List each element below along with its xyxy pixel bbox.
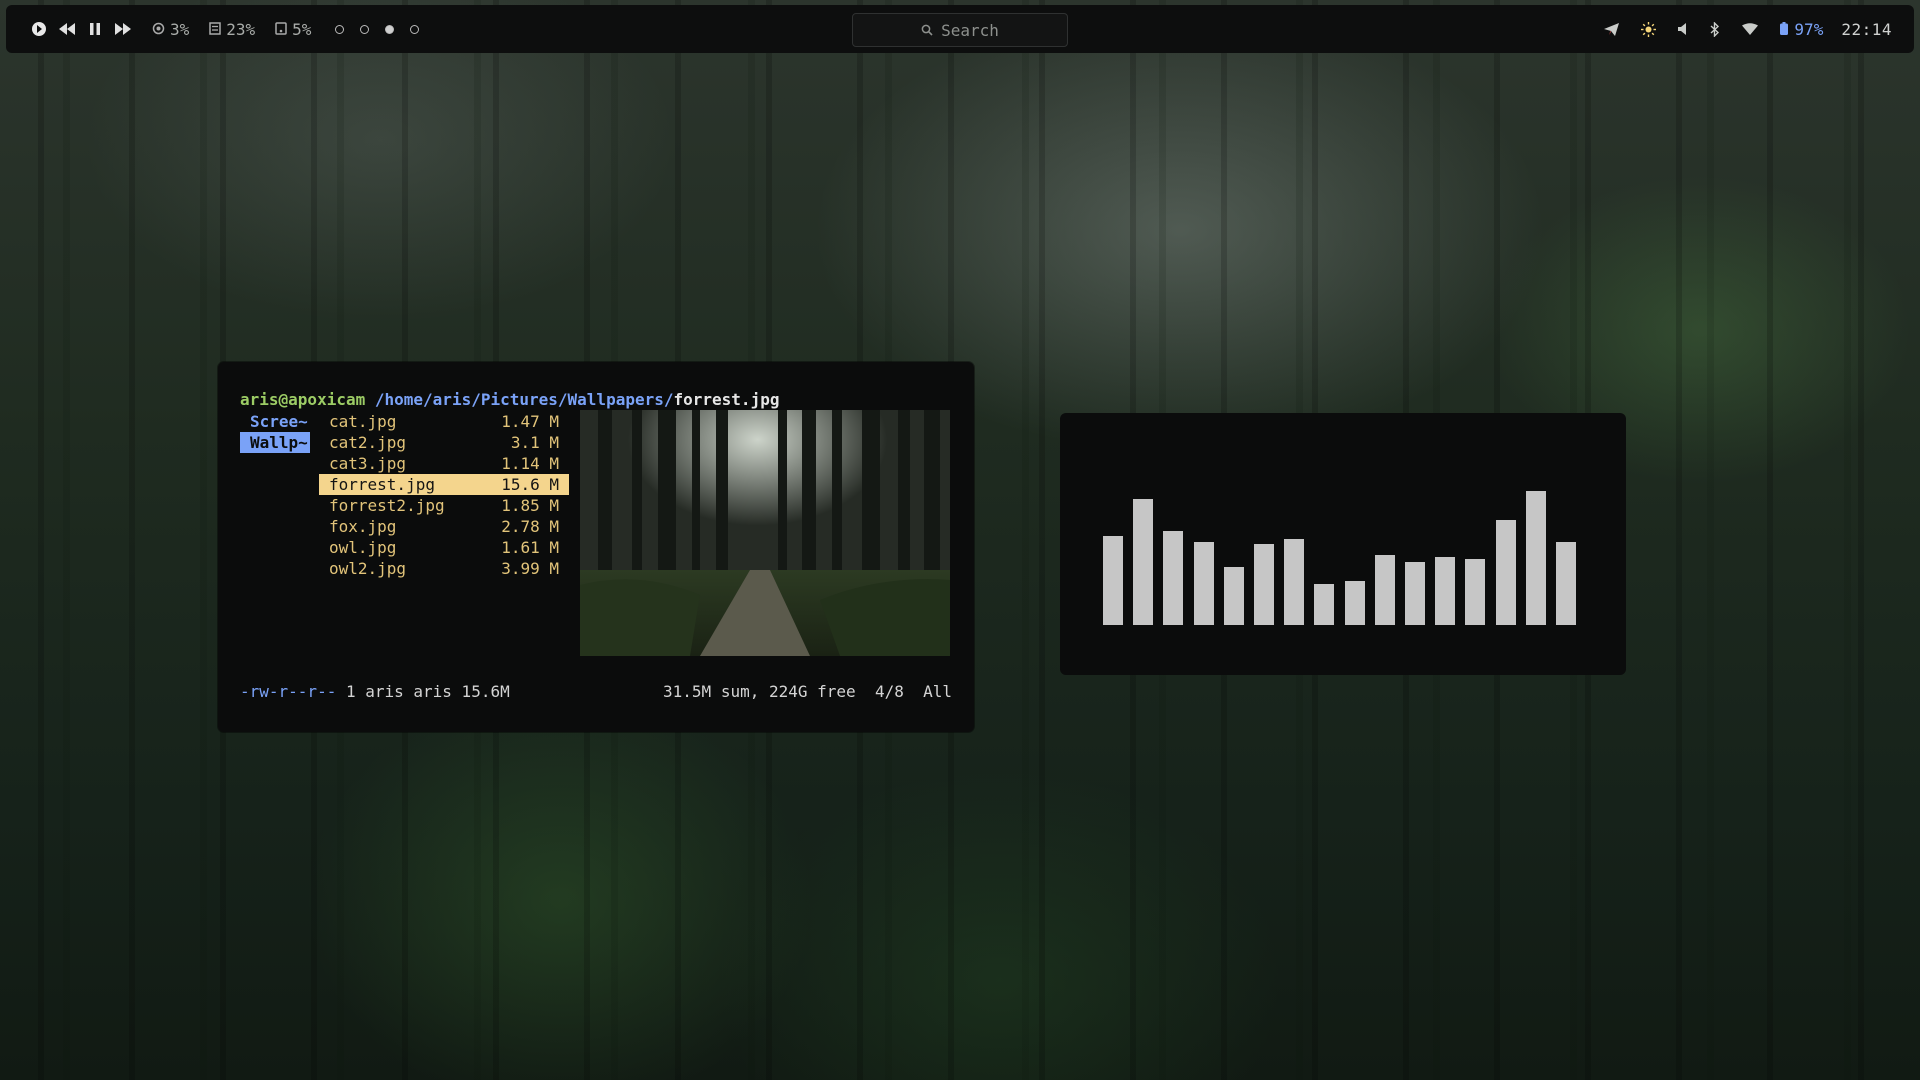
- visualizer-bar: [1284, 539, 1305, 625]
- file-owner-size: 1 aris aris 15.6M: [336, 682, 510, 701]
- visualizer-bar: [1525, 491, 1546, 625]
- file-item[interactable]: forrest2.jpg 1.85 M: [319, 495, 569, 516]
- telegram-icon[interactable]: [1604, 22, 1620, 36]
- image-preview: [580, 410, 950, 656]
- disk-icon: [275, 20, 287, 39]
- search-icon: [921, 21, 933, 40]
- file-name: forrest2.jpg: [329, 496, 445, 515]
- audio-visualizer: [1060, 413, 1626, 675]
- prompt-file: forrest.jpg: [673, 390, 780, 409]
- status-bar: -rw-r--r-- 1 aris aris 15.6M 31.5M sum, …: [240, 682, 952, 701]
- workspace-4[interactable]: [410, 24, 420, 34]
- clock[interactable]: 22:14: [1841, 20, 1892, 39]
- visualizer-bar: [1344, 581, 1365, 625]
- brightness-icon[interactable]: [1641, 21, 1657, 37]
- file-item[interactable]: fox.jpg 2.78 M: [319, 516, 569, 537]
- file-name: owl.jpg: [329, 538, 397, 557]
- wifi-icon[interactable]: [1742, 23, 1759, 35]
- visualizer-bars: [1103, 463, 1576, 625]
- memory-indicator: 23%: [209, 20, 255, 39]
- file-item[interactable]: cat2.jpg 3.1 M: [319, 432, 569, 453]
- visualizer-bar: [1133, 499, 1154, 625]
- workspace-1[interactable]: [335, 24, 345, 34]
- battery-value: 97%: [1794, 19, 1824, 39]
- file-name: cat3.jpg: [329, 454, 407, 473]
- pause-icon[interactable]: [84, 18, 106, 40]
- next-track-icon[interactable]: [112, 18, 134, 40]
- file-size: 1.47 M: [501, 412, 559, 431]
- visualizer-bar: [1556, 542, 1576, 625]
- file-name: cat.jpg: [329, 412, 397, 431]
- workspace-2[interactable]: [360, 24, 370, 34]
- prompt-user: aris@apoxicam: [240, 390, 366, 409]
- visualizer-bar: [1495, 520, 1516, 625]
- terminal-window[interactable]: aris@apoxicam /home/aris/Pictures/Wallpa…: [218, 362, 974, 732]
- file-name: cat2.jpg: [329, 433, 407, 452]
- search-input[interactable]: Search: [852, 13, 1068, 47]
- cpu-value: 3%: [170, 19, 190, 39]
- visualizer-bar: [1374, 555, 1395, 625]
- file-size: 1.14 M: [501, 454, 559, 473]
- parent-directory-column: Scree~ Wallp~: [240, 411, 312, 453]
- file-info: -rw-r--r-- 1 aris aris 15.6M: [240, 682, 510, 701]
- visualizer-bar: [1435, 557, 1456, 625]
- visualizer-bar: [1405, 562, 1425, 625]
- terminal-header: aris@apoxicam /home/aris/Pictures/Wallpa…: [240, 390, 779, 409]
- launcher-icon[interactable]: [28, 18, 50, 40]
- file-size: 2.78 M: [501, 517, 559, 536]
- top-bar-left: 3% 23% 5%: [28, 18, 435, 40]
- volume-icon[interactable]: [1678, 23, 1688, 35]
- previous-track-icon[interactable]: [56, 18, 78, 40]
- file-size: 3.99 M: [501, 559, 559, 578]
- bluetooth-icon[interactable]: [1710, 21, 1720, 37]
- visualizer-bar: [1254, 544, 1274, 625]
- battery-indicator[interactable]: 97%: [1780, 20, 1823, 39]
- file-item[interactable]: cat.jpg 1.47 M: [319, 411, 569, 432]
- file-name: fox.jpg: [329, 517, 397, 536]
- visualizer-bar: [1103, 536, 1123, 625]
- visualizer-bar: [1314, 584, 1335, 625]
- file-size: 15.6 M: [501, 475, 559, 494]
- file-size: 3.1 M: [510, 433, 559, 452]
- file-name: forrest.jpg: [329, 475, 435, 494]
- directory-item[interactable]: Scree~: [240, 411, 312, 432]
- file-size: 1.85 M: [501, 496, 559, 515]
- visualizer-bar: [1193, 542, 1214, 625]
- workspace-indicators: [335, 24, 435, 34]
- directory-summary: 31.5M sum, 224G free 4/8 All: [663, 682, 952, 701]
- cpu-icon: [152, 20, 165, 39]
- file-item-selected[interactable]: forrest.jpg 15.6 M: [319, 474, 569, 495]
- memory-icon: [209, 20, 222, 39]
- directory-item-selected[interactable]: Wallp~: [240, 432, 310, 453]
- file-item[interactable]: owl.jpg 1.61 M: [319, 537, 569, 558]
- memory-value: 23%: [226, 19, 256, 39]
- prompt-path: /home/aris/Pictures/Wallpapers/: [374, 390, 674, 409]
- visualizer-bar: [1465, 559, 1486, 625]
- disk-indicator: 5%: [275, 20, 311, 39]
- file-permissions: -rw-r--r--: [240, 682, 337, 701]
- disk-value: 5%: [292, 19, 312, 39]
- cpu-indicator: 3%: [152, 20, 189, 39]
- battery-icon: [1780, 20, 1789, 39]
- file-item[interactable]: cat3.jpg 1.14 M: [319, 453, 569, 474]
- visualizer-bar: [1163, 531, 1184, 625]
- file-name: owl2.jpg: [329, 559, 407, 578]
- search-placeholder: Search: [941, 20, 999, 40]
- top-bar: 3% 23% 5% Search 97% 22:14: [6, 5, 1914, 53]
- file-list: cat.jpg 1.47 M cat2.jpg 3.1 M cat3.jpg 1.14…: [319, 411, 569, 579]
- top-bar-right: 97% 22:14: [1582, 5, 1892, 53]
- visualizer-bar: [1223, 567, 1244, 625]
- file-item[interactable]: owl2.jpg 3.99 M: [319, 558, 569, 579]
- file-size: 1.61 M: [501, 538, 559, 557]
- workspace-3[interactable]: [385, 24, 395, 34]
